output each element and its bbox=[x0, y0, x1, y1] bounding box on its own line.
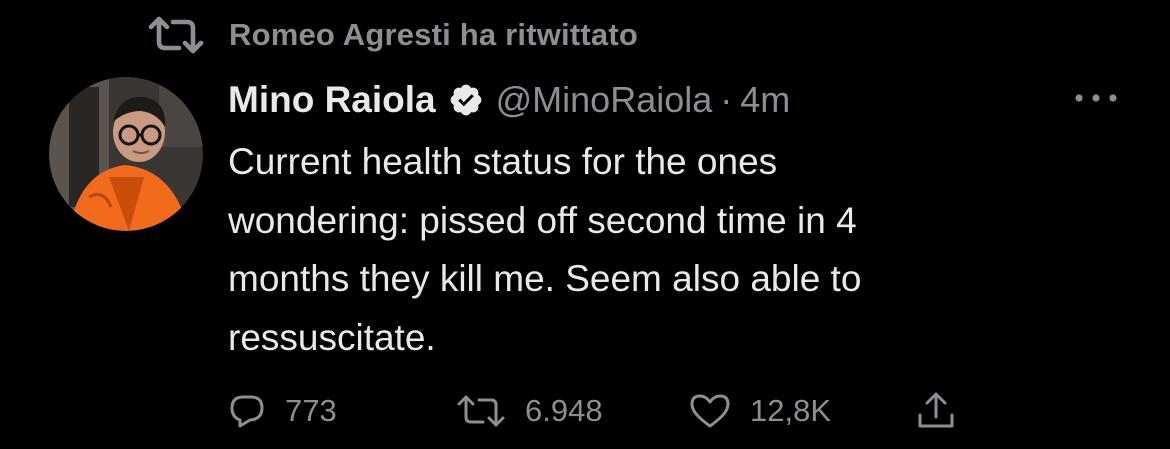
tweet-header: Mino Raiola @MinoRaiola · 4m bbox=[228, 75, 790, 125]
avatar[interactable] bbox=[49, 77, 203, 231]
verified-badge-icon bbox=[448, 82, 484, 118]
like-icon bbox=[690, 393, 730, 429]
author-handle[interactable]: @MinoRaiola bbox=[496, 79, 713, 121]
retweet-icon bbox=[457, 393, 505, 429]
like-count: 12,8K bbox=[750, 393, 832, 428]
retweet-count: 6.948 bbox=[525, 393, 603, 428]
retweet-context[interactable]: Romeo Agresti ha ritwittato bbox=[148, 14, 638, 56]
author-name[interactable]: Mino Raiola bbox=[228, 79, 436, 121]
retweet-context-label: Romeo Agresti ha ritwittato bbox=[229, 17, 639, 52]
share-icon bbox=[917, 391, 955, 431]
tweet-text: Current health status for the ones wonde… bbox=[228, 141, 862, 358]
tweet-timestamp[interactable]: 4m bbox=[740, 79, 790, 121]
reply-button[interactable]: 773 bbox=[229, 383, 337, 439]
reply-icon bbox=[229, 393, 265, 429]
share-button[interactable] bbox=[917, 383, 955, 439]
more-dots-icon bbox=[1074, 90, 1118, 108]
like-button[interactable]: 12,8K bbox=[690, 383, 831, 439]
retweet-icon bbox=[148, 15, 204, 55]
header-separator: · bbox=[720, 79, 733, 120]
retweet-button[interactable]: 6.948 bbox=[457, 383, 603, 439]
reply-count: 773 bbox=[285, 393, 337, 428]
more-options-button[interactable] bbox=[1068, 82, 1124, 116]
tweet-actions: 773 6.948 12,8K bbox=[229, 383, 989, 439]
